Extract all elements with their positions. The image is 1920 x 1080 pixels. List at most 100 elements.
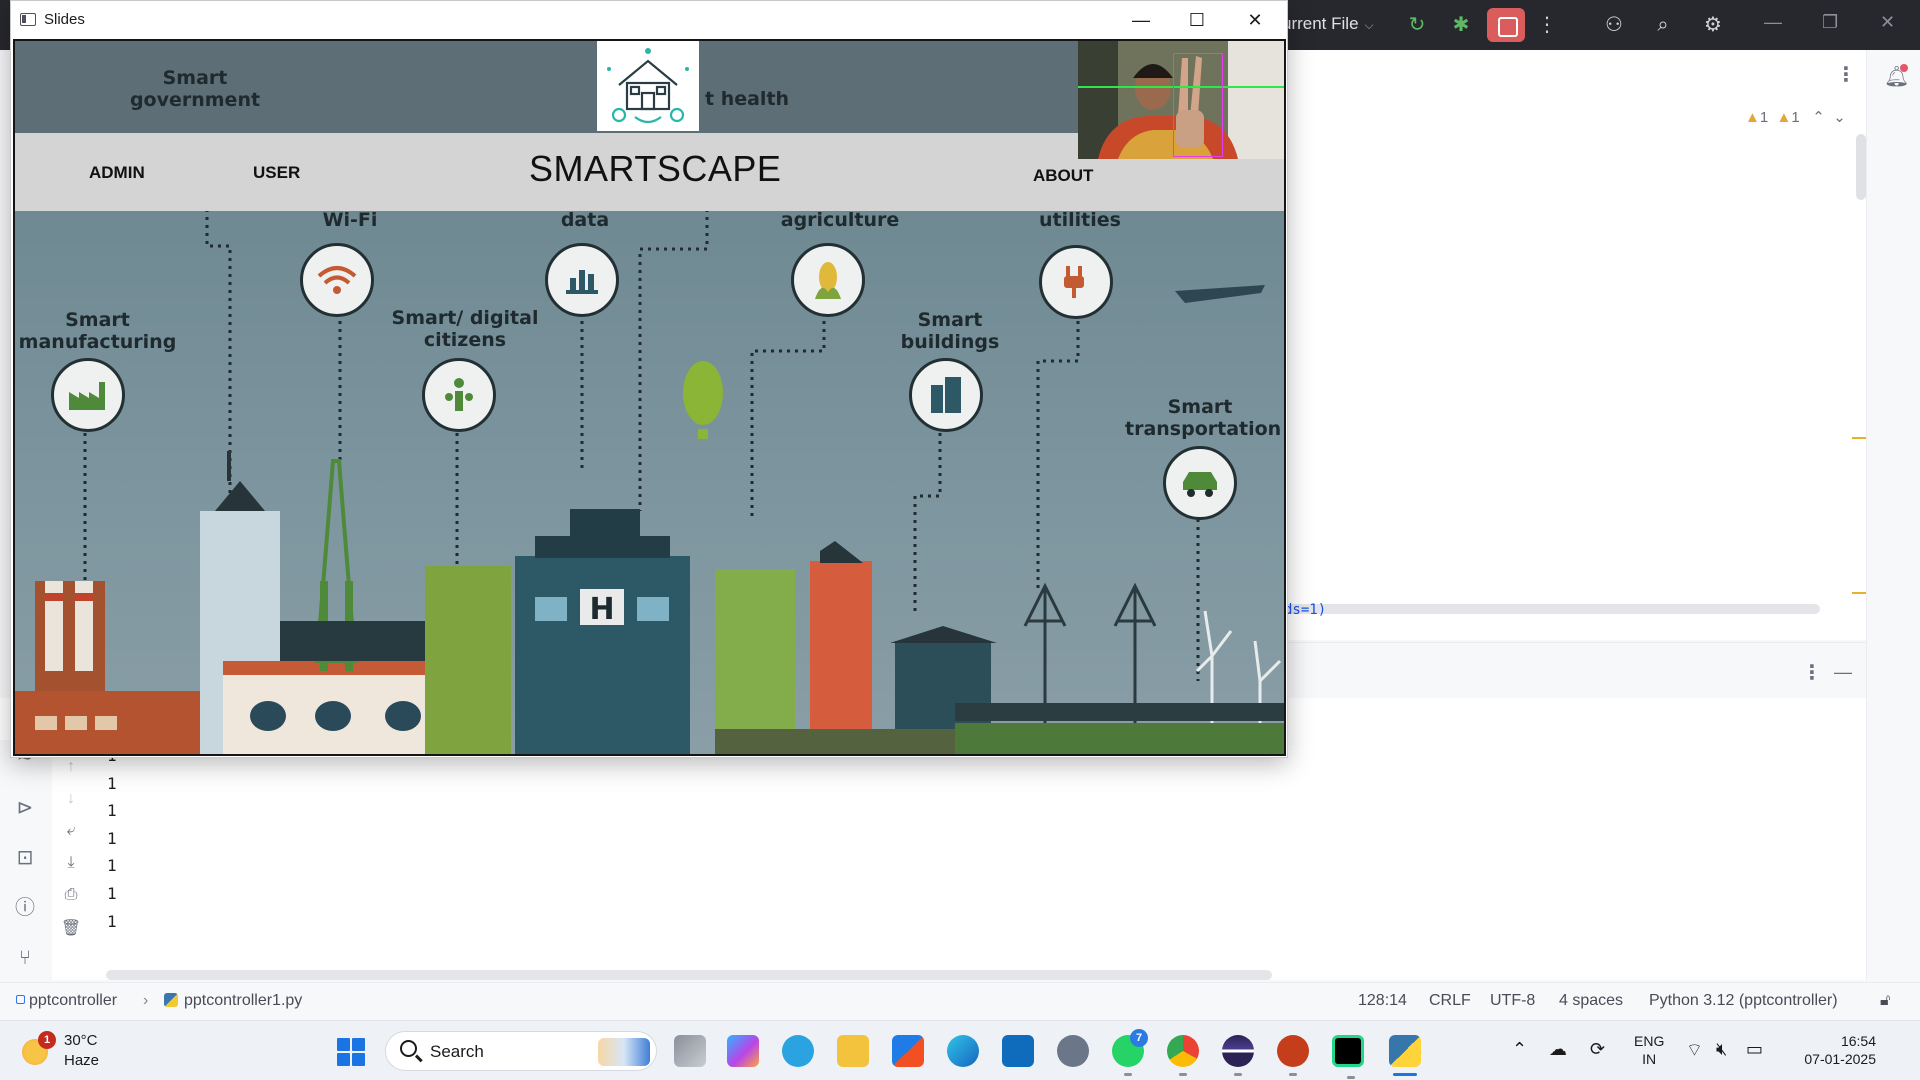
ide-close-icon[interactable]: ✕ bbox=[1880, 12, 1895, 33]
eclipse-icon[interactable] bbox=[1222, 1035, 1254, 1076]
terminal-icon[interactable]: ⊡ bbox=[12, 845, 38, 871]
rerun-icon[interactable]: ↻ bbox=[1404, 12, 1430, 38]
sync-icon[interactable]: ⟳ bbox=[1590, 1039, 1605, 1060]
nav-admin[interactable]: ADMIN bbox=[89, 163, 145, 183]
console-output[interactable]: 1 1 1 1 1 1 1 bbox=[107, 742, 117, 935]
slide-canvas[interactable]: H Smart government t health Wi-Fi data a… bbox=[13, 39, 1286, 756]
chrome-icon[interactable] bbox=[1167, 1035, 1199, 1076]
slides-titlebar[interactable]: Slides — ☐ ✕ bbox=[11, 1, 1287, 39]
breadcrumb-project[interactable]: pptcontroller bbox=[16, 992, 117, 1010]
webcam-preview bbox=[1078, 41, 1284, 159]
python-interpreter[interactable]: Python 3.12 (pptcontroller) bbox=[1649, 992, 1838, 1010]
taskbar-search[interactable]: Search bbox=[385, 1031, 657, 1071]
run-config-label: urrent File bbox=[1282, 14, 1359, 33]
line-ending[interactable]: CRLF bbox=[1429, 992, 1471, 1010]
soft-wrap-icon[interactable]: ⤶ bbox=[60, 822, 82, 840]
system-clock[interactable]: 16:54 07-01-2025 bbox=[1786, 1032, 1876, 1068]
ide-minimize-icon[interactable]: — bbox=[1764, 12, 1782, 33]
git-branch-icon[interactable]: ⑂ bbox=[12, 945, 38, 971]
run-config-selector[interactable]: urrent File ⌵ bbox=[1282, 14, 1374, 34]
console-line: 1 bbox=[107, 911, 117, 931]
debug-icon[interactable]: ✱ bbox=[1448, 12, 1474, 38]
file-explorer-icon[interactable] bbox=[837, 1035, 869, 1067]
region-code: IN bbox=[1642, 1051, 1657, 1067]
window-app-icon bbox=[20, 13, 36, 26]
microsoft-store-icon[interactable] bbox=[892, 1035, 924, 1067]
edge-icon[interactable] bbox=[947, 1035, 979, 1067]
editor-options-icon[interactable]: ⋮ bbox=[1836, 62, 1856, 87]
nav-about[interactable]: ABOUT bbox=[1033, 166, 1093, 186]
python-icon[interactable] bbox=[1389, 1035, 1421, 1076]
caret-position[interactable]: 128:14 bbox=[1358, 992, 1407, 1010]
editor-scrollbar[interactable] bbox=[1856, 134, 1866, 200]
scroll-up-icon[interactable]: ↑ bbox=[60, 758, 82, 776]
indent-setting[interactable]: 4 spaces bbox=[1559, 992, 1623, 1010]
add-user-icon[interactable]: ⚇ bbox=[1601, 12, 1627, 38]
problems-icon[interactable]: ⓘ bbox=[12, 895, 38, 921]
copilot-icon[interactable] bbox=[727, 1035, 759, 1067]
label-health: t health bbox=[705, 88, 790, 110]
agriculture-corn-icon bbox=[791, 243, 865, 317]
weather-condition: Haze bbox=[64, 1052, 100, 1069]
scroll-down-icon[interactable]: ↓ bbox=[60, 790, 82, 808]
language-code: ENG bbox=[1634, 1033, 1665, 1049]
label-data: data bbox=[560, 209, 610, 231]
scroll-to-end-icon[interactable]: ⤓ bbox=[60, 854, 82, 872]
clock-time: 16:54 bbox=[1840, 1033, 1876, 1049]
settings-gear-icon[interactable]: ⚙ bbox=[1700, 12, 1726, 38]
input-language[interactable]: ENG IN bbox=[1634, 1032, 1664, 1068]
services-icon[interactable]: ⊳ bbox=[12, 795, 38, 821]
pycharm-icon[interactable] bbox=[1332, 1035, 1364, 1079]
maximize-icon[interactable]: ☐ bbox=[1174, 5, 1220, 35]
ide-restore-icon[interactable]: ❐ bbox=[1822, 12, 1838, 33]
more-actions-icon[interactable]: ⋮ bbox=[1534, 12, 1560, 38]
weak-warning-count: 1 bbox=[1791, 109, 1800, 126]
task-view-icon[interactable] bbox=[674, 1035, 706, 1067]
nav-user[interactable]: USER bbox=[253, 163, 300, 183]
close-icon[interactable]: ✕ bbox=[1232, 5, 1278, 35]
search-label: Search bbox=[430, 1042, 484, 1061]
whatsapp-badge: 7 bbox=[1130, 1029, 1148, 1047]
powerpoint-icon[interactable] bbox=[1277, 1035, 1309, 1076]
console-horizontal-scrollbar[interactable] bbox=[106, 970, 1272, 980]
read-only-lock-icon[interactable]: 🔓︎ bbox=[1880, 992, 1890, 1010]
settings-icon[interactable] bbox=[1057, 1035, 1089, 1067]
brand-title: SMARTSCAPE bbox=[529, 148, 782, 189]
weak-warning-icon: ▲ bbox=[1776, 109, 1792, 126]
battery-icon[interactable]: ▭ bbox=[1746, 1039, 1763, 1060]
search-icon[interactable]: ⌕ bbox=[1650, 12, 1676, 38]
smartscape-logo bbox=[597, 41, 699, 131]
weather-widget[interactable]: 1 30°C Haze bbox=[22, 1031, 142, 1071]
windows-taskbar: 1 30°C Haze Search 7 ⌃ ☁ ⟳ ENG IN ⌔ 🔇︎ ▭… bbox=[0, 1020, 1920, 1080]
file-encoding[interactable]: UTF-8 bbox=[1490, 992, 1535, 1010]
previous-highlight-icon[interactable]: ⌃ bbox=[1812, 109, 1825, 126]
whatsapp-icon[interactable]: 7 bbox=[1112, 1029, 1148, 1076]
warning-count: 1 bbox=[1759, 109, 1769, 126]
next-highlight-icon[interactable]: ⌄ bbox=[1833, 109, 1846, 126]
show-hidden-icons-chevron-icon[interactable]: ⌃ bbox=[1512, 1039, 1527, 1060]
clear-trash-icon[interactable]: 🗑︎ bbox=[60, 918, 82, 938]
telegram-icon[interactable] bbox=[782, 1035, 814, 1067]
python-file-icon bbox=[164, 993, 178, 1007]
inspection-widget[interactable]: ▲1 ▲1 ⌃ ⌄ bbox=[1745, 108, 1846, 126]
wifi-icon bbox=[300, 243, 374, 317]
warning-marker[interactable] bbox=[1852, 592, 1866, 594]
outlook-icon[interactable] bbox=[1002, 1035, 1034, 1067]
notification-dot bbox=[1900, 64, 1908, 72]
onedrive-cloud-icon[interactable]: ☁ bbox=[1549, 1039, 1567, 1060]
print-icon[interactable]: ⎙ bbox=[60, 886, 82, 904]
wifi-icon[interactable]: ⌔ bbox=[1686, 1039, 1703, 1062]
warning-marker[interactable] bbox=[1852, 437, 1866, 439]
run-panel-options-icon[interactable]: ⋮ bbox=[1802, 660, 1822, 685]
minimize-icon[interactable]: — bbox=[1118, 5, 1164, 35]
label-agriculture: agriculture bbox=[780, 209, 900, 231]
breadcrumb-file[interactable]: pptcontroller1.py bbox=[164, 992, 302, 1010]
factory-icon bbox=[51, 358, 125, 432]
start-button[interactable] bbox=[337, 1038, 365, 1066]
hide-panel-icon[interactable]: — bbox=[1834, 662, 1852, 683]
label-smart-citizens: Smart/ digital citizens bbox=[391, 307, 539, 351]
stop-button[interactable] bbox=[1487, 8, 1525, 42]
volume-muted-icon[interactable]: 🔇︎ bbox=[1716, 1039, 1727, 1060]
hand-detection-box bbox=[1173, 53, 1223, 157]
editor-horizontal-scrollbar[interactable] bbox=[1284, 604, 1820, 614]
